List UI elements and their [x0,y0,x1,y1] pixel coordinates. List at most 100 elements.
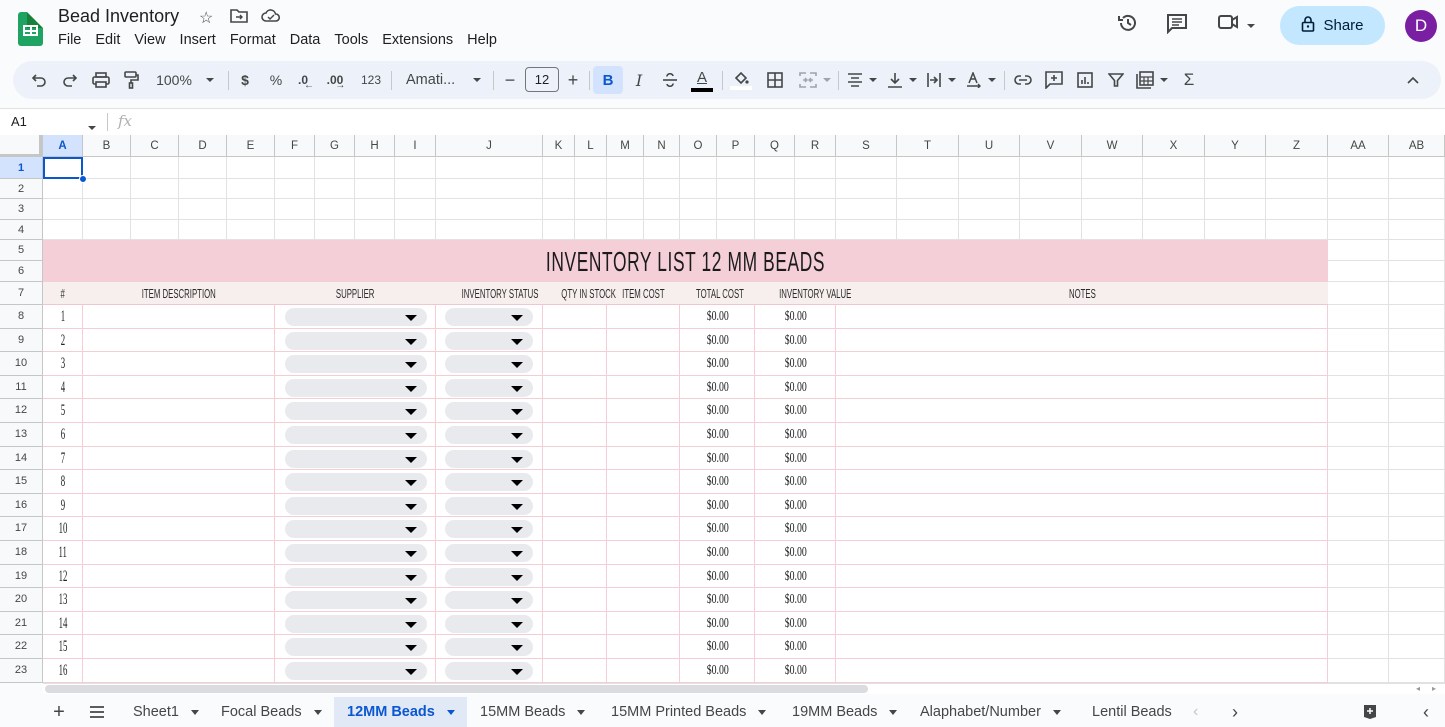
total-cost-cell[interactable]: $0.00 [680,612,755,636]
row-header-15[interactable]: 15 [0,470,43,494]
sheet-tab-focal-beads[interactable]: Focal Beads [208,697,332,727]
column-header-w[interactable]: W [1082,135,1143,157]
total-cost-cell[interactable]: $0.00 [680,588,755,612]
supplier-dropdown[interactable] [285,473,427,492]
inventory-status-dropdown[interactable] [445,308,533,326]
row-header-21[interactable]: 21 [0,611,43,636]
supplier-dropdown[interactable] [285,331,427,350]
supplier-dropdown[interactable] [285,355,427,374]
tab-menu-caret-icon[interactable] [313,709,322,715]
tab-menu-caret-icon[interactable] [577,709,586,715]
supplier-dropdown[interactable] [285,544,427,562]
sheet-tab-alaphabet-number[interactable]: Alaphabet/Number [907,697,1079,727]
column-header-l[interactable]: L [575,135,607,157]
select-all-corner[interactable] [0,135,43,157]
column-header-c[interactable]: C [131,135,179,157]
currency-format-button[interactable]: $ [235,61,255,99]
supplier-dropdown[interactable] [285,520,427,539]
column-header-k[interactable]: K [543,135,575,157]
comments-icon[interactable] [1164,12,1190,38]
item-number[interactable]: 12 [43,565,83,589]
inventory-value-cell[interactable]: $0.00 [755,612,836,636]
menu-view[interactable]: View [134,32,172,48]
inventory-status-dropdown[interactable] [445,355,533,374]
supplier-dropdown[interactable] [285,308,427,326]
inventory-value-cell[interactable]: $0.00 [755,447,836,471]
total-cost-cell[interactable]: $0.00 [680,635,755,659]
inventory-value-cell[interactable]: $0.00 [755,565,836,589]
account-avatar[interactable]: D [1405,10,1437,42]
menu-data[interactable]: Data [290,32,328,48]
row-header-12[interactable]: 12 [0,399,43,423]
item-number[interactable]: 2 [43,329,83,353]
text-rotation-icon[interactable] [964,61,998,99]
borders-icon[interactable] [764,61,786,99]
inventory-status-dropdown[interactable] [445,426,533,444]
sheet-tab-15mm-printed-beads[interactable]: 15MM Printed Beads [598,697,779,727]
menu-tools[interactable]: Tools [334,32,375,48]
item-number[interactable]: 8 [43,470,83,494]
total-cost-cell[interactable]: $0.00 [680,470,755,494]
row-header-5[interactable]: 5 [0,240,43,261]
inventory-value-cell[interactable]: $0.00 [755,470,836,494]
insert-link-icon[interactable] [1012,61,1034,99]
row-header-22[interactable]: 22 [0,635,43,659]
filter-views-icon[interactable] [1135,61,1169,99]
tabs-scroll-left[interactable]: ‹ [1193,697,1209,727]
row-header-20[interactable]: 20 [0,588,43,612]
menu-help[interactable]: Help [467,32,504,48]
spreadsheet-grid[interactable]: INVENTORY LIST 12 MM BEADS # ITEM DESCRI… [0,135,1445,683]
bold-button[interactable]: B [593,66,623,94]
menu-format[interactable]: Format [230,32,283,48]
total-cost-cell[interactable]: $0.00 [680,329,755,353]
row-header-9[interactable]: 9 [0,328,43,353]
column-header-r[interactable]: R [795,135,836,157]
supplier-dropdown[interactable] [285,378,427,397]
total-cost-cell[interactable]: $0.00 [680,565,755,589]
item-number[interactable]: 4 [43,376,83,400]
increase-decimal-button[interactable]: .00 → [327,61,352,99]
inventory-value-cell[interactable]: $0.00 [755,352,836,376]
supplier-dropdown[interactable] [285,567,427,586]
row-header-14[interactable]: 14 [0,446,43,471]
formula-input[interactable] [145,113,1435,133]
column-header-h[interactable]: H [355,135,395,157]
fill-handle[interactable] [79,175,87,183]
version-history-icon[interactable] [1115,12,1141,38]
merge-cells-icon[interactable] [796,61,834,99]
total-cost-cell[interactable]: $0.00 [680,352,755,376]
strikethrough-icon[interactable] [659,61,681,99]
row-header-7[interactable]: 7 [0,282,43,305]
redo-icon[interactable] [59,61,81,99]
column-header-d[interactable]: D [179,135,227,157]
italic-button[interactable]: I [628,61,650,99]
inventory-value-cell[interactable]: $0.00 [755,635,836,659]
row-header-10[interactable]: 10 [0,352,43,376]
inventory-value-cell[interactable]: $0.00 [755,517,836,541]
all-sheets-icon[interactable] [86,697,108,727]
item-number[interactable]: 1 [43,305,83,329]
paint-format-icon[interactable] [120,61,142,99]
inventory-value-cell[interactable]: $0.00 [755,541,836,565]
item-number[interactable]: 7 [43,447,83,471]
supplier-dropdown[interactable] [285,638,427,657]
column-header-e[interactable]: E [227,135,275,157]
decrease-decimal-button[interactable]: .0 ← [296,61,320,99]
star-icon[interactable]: ☆ [199,8,213,28]
row-header-6[interactable]: 6 [0,261,43,282]
scroll-left-arrow[interactable]: ◂ [1416,684,1420,693]
supplier-dropdown[interactable] [285,496,427,515]
column-header-i[interactable]: I [395,135,436,157]
inventory-status-dropdown[interactable] [445,449,533,468]
supplier-dropdown[interactable] [285,591,427,610]
item-number[interactable]: 6 [43,423,83,447]
row-header-3[interactable]: 3 [0,199,43,220]
supplier-dropdown[interactable] [285,402,427,421]
row-header-11[interactable]: 11 [0,375,43,400]
item-number[interactable]: 5 [43,399,83,423]
vertical-align-icon[interactable] [885,61,919,99]
percent-format-button[interactable]: % [266,61,286,99]
side-panel-toggle[interactable]: ‹ [1423,697,1437,727]
insert-chart-icon[interactable] [1074,61,1096,99]
menu-file[interactable]: File [58,32,88,48]
